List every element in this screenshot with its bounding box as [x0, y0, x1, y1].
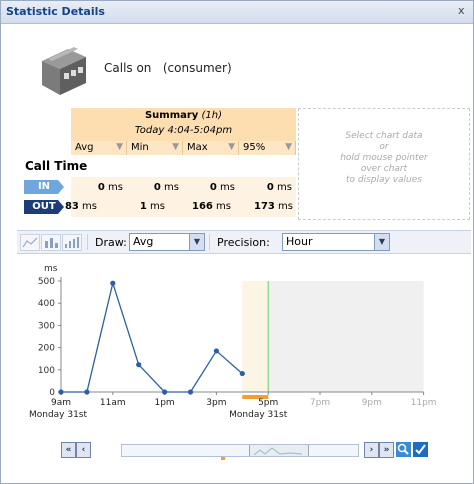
draw-label: Draw:	[95, 236, 127, 249]
out-min: 1 ms	[139, 201, 165, 212]
data-point	[239, 370, 245, 377]
bar-chart-icon[interactable]	[41, 234, 61, 251]
timeline-slider-thumb[interactable]	[249, 445, 309, 456]
summary-period: (1h)	[201, 110, 223, 121]
out-95: 173 ms	[253, 201, 293, 212]
y-tick-label: 300	[38, 321, 55, 331]
summary-time-range: Today 4:04-5:04pm	[134, 125, 233, 136]
current-hour-highlight	[242, 281, 269, 392]
call-time-label: Call Time	[25, 159, 88, 173]
chart-toolbar: Draw: Avg ▼ Precision: Hour ▼	[17, 230, 471, 254]
data-point	[162, 389, 168, 395]
first-button[interactable]: «	[61, 442, 76, 458]
calls-on-label: Calls on	[104, 61, 152, 75]
timeline-navigator: « ‹ › »	[61, 442, 428, 460]
x-tick-label: 9am	[51, 398, 71, 408]
in-max: 0 ms	[209, 182, 235, 193]
y-tick-label: 500	[38, 277, 55, 287]
column-header-min[interactable]: Min ▼	[127, 141, 183, 155]
column-chart-icon[interactable]	[62, 234, 82, 251]
summary-header: Summary (1h) Today 4:04-5:04pm	[71, 108, 296, 141]
toolbar-divider	[87, 234, 88, 250]
y-tick-label: 100	[38, 366, 55, 376]
series-line	[61, 280, 243, 393]
window-title: Statistic Details	[6, 5, 105, 18]
column-header-95[interactable]: 95% ▼	[239, 141, 296, 155]
precision-label: Precision:	[217, 236, 270, 249]
x-tick-label: 5pm	[258, 398, 278, 408]
timeline-position-marker	[221, 457, 225, 460]
out-max: 166 ms	[191, 201, 231, 212]
future-region	[268, 281, 424, 392]
data-point	[187, 389, 194, 395]
x-tick-label: 11pm	[411, 398, 437, 408]
x-day-label: Monday 31st	[29, 410, 88, 420]
y-axis-label: ms	[44, 264, 58, 274]
out-avg: 83 ms	[64, 201, 97, 212]
filter-icon: ▼	[228, 142, 235, 152]
x-day-label: Monday 31st	[229, 410, 288, 420]
chevron-down-icon: ▼	[189, 234, 204, 250]
column-header-avg[interactable]: Avg ▼	[71, 141, 127, 155]
last-button[interactable]: »	[379, 442, 394, 458]
statistic-details-window: Statistic Details x Calls on (consumer) …	[0, 0, 474, 484]
filter-icon: ▼	[116, 142, 123, 152]
data-point	[58, 389, 64, 395]
draw-select[interactable]: Avg ▼	[129, 233, 205, 251]
x-tick-label: 11am	[100, 398, 126, 408]
y-tick-label: 200	[38, 344, 55, 354]
close-button[interactable]: x	[458, 4, 470, 17]
x-tick-label: 7pm	[310, 398, 330, 408]
y-tick-label: 400	[38, 299, 55, 309]
calls-on-heading: Calls on (consumer)	[104, 61, 232, 75]
y-tick-label: 0	[49, 388, 55, 398]
next-button[interactable]: ›	[364, 442, 379, 458]
chart-hint-box: Select chart data or hold mouse pointer …	[298, 108, 470, 220]
column-header-max[interactable]: Max ▼	[183, 141, 239, 155]
summary-title: Summary	[144, 110, 199, 121]
prev-button[interactable]: ‹	[76, 442, 91, 458]
time-series-chart[interactable]: ms 0 100 200 300 400 500 9am 11am 1pm 3pm 5pm 7pm 9pm…	[1, 253, 474, 438]
row-in-label: IN	[24, 180, 64, 194]
chevron-down-icon: ▼	[374, 234, 389, 250]
data-point	[136, 362, 142, 368]
in-min: 0 ms	[153, 182, 179, 193]
data-point	[213, 348, 219, 354]
x-tick-label: 3pm	[206, 398, 226, 408]
component-box-icon	[42, 47, 86, 95]
x-tick-label: 1pm	[154, 398, 174, 408]
in-avg: 0 ms	[97, 182, 123, 193]
zoom-icon[interactable]	[396, 442, 411, 457]
toolbar-divider	[209, 234, 210, 250]
check-icon[interactable]	[413, 442, 428, 457]
data-point	[84, 389, 90, 395]
filter-icon: ▼	[285, 142, 292, 152]
precision-select[interactable]: Hour ▼	[282, 233, 390, 251]
in-95: 0 ms	[266, 182, 292, 193]
filter-icon: ▼	[172, 142, 179, 152]
data-point	[110, 280, 116, 286]
x-tick-label: 9pm	[362, 398, 382, 408]
context-label: (consumer)	[162, 61, 232, 75]
timeline-slider[interactable]	[121, 444, 359, 457]
title-bar: Statistic Details x	[1, 1, 473, 24]
area-chart-icon[interactable]	[20, 234, 40, 251]
